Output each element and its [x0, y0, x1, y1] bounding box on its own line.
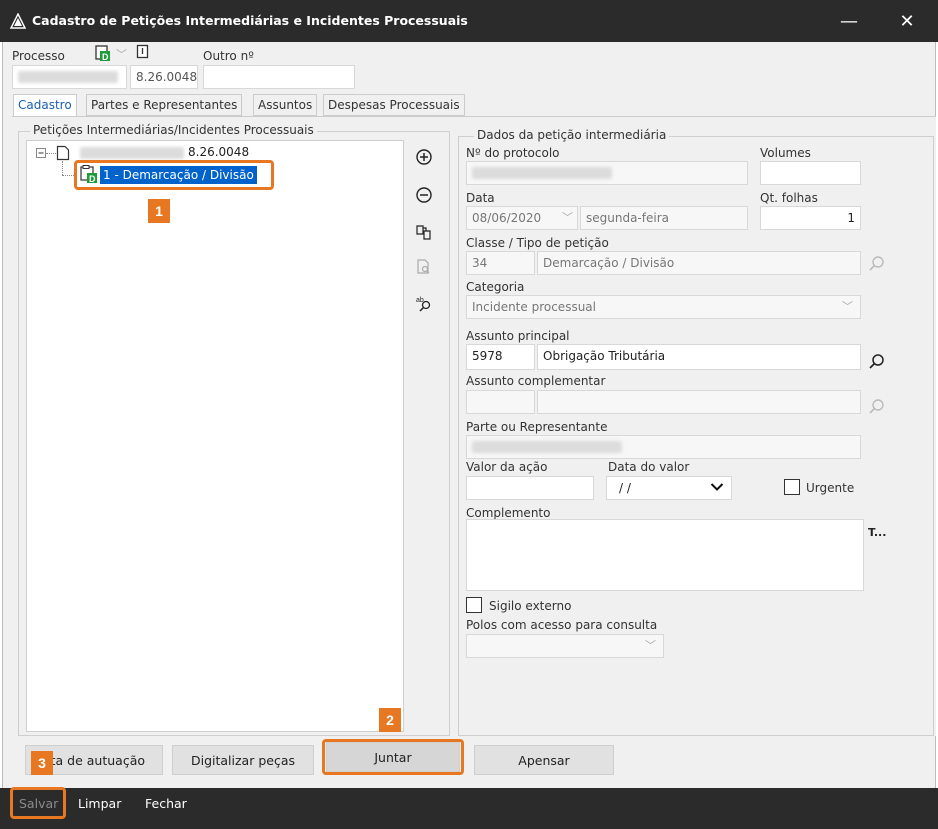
qt-folhas-label: Qt. folhas — [760, 191, 818, 205]
data-valor-value: / / — [619, 481, 631, 495]
document-search-icon — [413, 256, 435, 278]
assunto-principal-input[interactable]: Obrigação Tributária — [537, 344, 861, 370]
window-title: Cadastro de Petições Intermediárias e In… — [32, 13, 468, 28]
valor-acao-label: Valor da ação — [466, 460, 548, 474]
app-logo-icon — [10, 13, 26, 29]
step-badge-1: 1 — [148, 199, 170, 223]
valor-acao-input[interactable] — [466, 476, 594, 500]
root-process-number — [80, 147, 184, 159]
parte-select[interactable] — [466, 435, 861, 459]
urgente-checkbox[interactable] — [784, 479, 800, 495]
assunto-principal-label: Assunto principal — [466, 329, 570, 343]
bottom-toolbar — [0, 788, 938, 829]
tree-collapse-icon[interactable] — [36, 148, 46, 158]
data-valor-label: Data do valor — [608, 460, 690, 474]
processo-label: Processo — [12, 49, 65, 63]
details-group-title: Dados da petição intermediária — [474, 128, 670, 142]
classe-code-input[interactable]: 34 — [466, 251, 535, 275]
polos-select[interactable] — [466, 634, 664, 658]
tree-item-petition[interactable]: 1 - Demarcação / Divisão — [99, 165, 258, 185]
limpar-button[interactable]: Limpar — [78, 796, 121, 811]
volumes-input[interactable] — [760, 161, 861, 185]
complemento-label: Complemento — [466, 506, 551, 520]
digital-process-icon: D — [95, 45, 110, 62]
processo-suffix-input[interactable]: 8.26.0048 — [130, 65, 198, 89]
data-label: Data — [466, 191, 495, 205]
sigilo-checkbox[interactable] — [466, 597, 482, 613]
categoria-label: Categoria — [466, 280, 525, 294]
processo-number-input[interactable] — [12, 65, 127, 89]
svg-text:D: D — [102, 52, 109, 62]
chevron-down-icon[interactable]: ﹀ — [645, 637, 656, 653]
assunto-complementar-label: Assunto complementar — [466, 374, 606, 388]
tab-despesas-processuais[interactable]: Despesas Processuais — [323, 94, 465, 116]
categoria-value: Incidente processual — [472, 300, 596, 314]
tab-cadastro[interactable]: Cadastro — [13, 94, 77, 117]
copy-documents-icon[interactable] — [413, 221, 435, 243]
polos-label: Polos com acesso para consulta — [466, 618, 658, 632]
document-icon — [136, 44, 149, 59]
volumes-label: Volumes — [760, 146, 811, 160]
categoria-select[interactable]: Incidente processual — [466, 295, 861, 319]
tree-view[interactable] — [26, 140, 404, 732]
outro-numero-label: Outro nº — [203, 49, 254, 63]
parte-label: Parte ou Representante — [466, 420, 608, 434]
fechar-button[interactable]: Fechar — [145, 796, 187, 811]
protocolo-label: Nº do protocolo — [466, 146, 560, 160]
close-button[interactable]: ✕ — [884, 0, 930, 42]
title-bar: Cadastro de Petições Intermediárias e In… — [0, 0, 938, 42]
search-icon[interactable] — [868, 353, 886, 371]
apensar-button[interactable]: Apensar — [474, 745, 614, 775]
step-badge-3: 3 — [31, 751, 53, 775]
find-replace-icon[interactable]: ab — [413, 292, 435, 314]
text-format-button[interactable]: T... — [868, 526, 886, 539]
step-badge-2: 2 — [379, 708, 401, 732]
process-document-icon — [56, 145, 70, 161]
search-icon — [869, 399, 884, 414]
tab-assuntos[interactable]: Assuntos — [253, 94, 318, 116]
tree-connector — [46, 153, 56, 154]
tree-group-title: Petições Intermediárias/Incidentes Proce… — [30, 123, 317, 137]
assunto-complementar-code-input[interactable] — [466, 390, 535, 414]
tab-partes-representantes[interactable]: Partes e Representantes — [86, 94, 243, 116]
urgente-label: Urgente — [806, 481, 855, 495]
chevron-down-icon[interactable]: ﹀ — [116, 46, 127, 62]
weekday-field: segunda-feira — [580, 206, 748, 230]
chevron-down-icon[interactable] — [710, 482, 724, 492]
salvar-button[interactable]: Salvar — [19, 796, 58, 811]
data-value: 08/06/2020 — [472, 211, 542, 225]
sigilo-label: Sigilo externo — [489, 599, 572, 613]
classe-description-input[interactable]: Demarcação / Divisão — [537, 251, 861, 275]
digitalizar-pecas-button[interactable]: Digitalizar peças — [172, 745, 314, 775]
search-icon — [869, 256, 884, 271]
outro-numero-input[interactable] — [203, 65, 355, 89]
minimize-button[interactable]: — — [826, 0, 872, 42]
remove-circle-icon[interactable] — [413, 184, 435, 206]
chevron-down-icon[interactable]: ﹀ — [562, 209, 573, 225]
add-circle-icon[interactable] — [413, 146, 435, 168]
qt-folhas-input[interactable]: 1 — [760, 206, 861, 230]
chevron-down-icon[interactable]: ﹀ — [842, 298, 853, 314]
protocolo-input[interactable] — [466, 161, 748, 185]
tree-connector-vertical — [62, 161, 63, 175]
complemento-textarea[interactable] — [466, 519, 864, 591]
highlight-box-2 — [322, 739, 464, 775]
classe-label: Classe / Tipo de petição — [466, 236, 609, 250]
assunto-principal-code-input[interactable]: 5978 — [466, 344, 535, 370]
assunto-complementar-input[interactable] — [537, 390, 861, 414]
tree-root-label[interactable]: 8.26.0048 — [188, 145, 249, 159]
